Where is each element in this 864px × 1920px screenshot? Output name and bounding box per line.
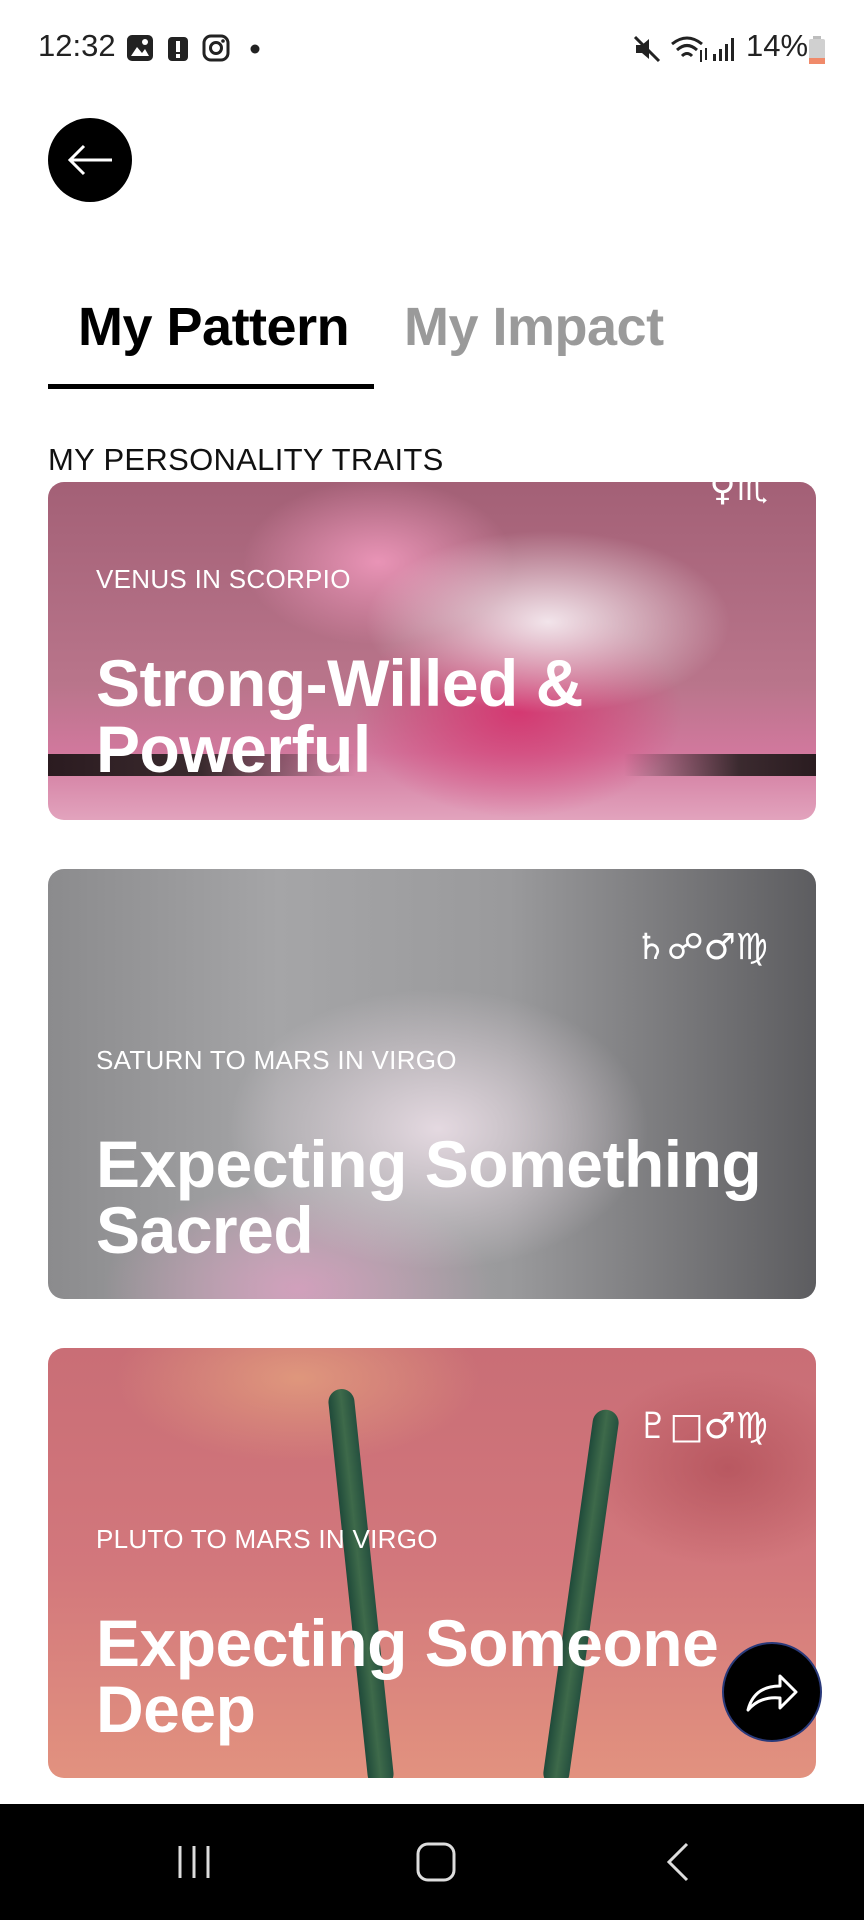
tab-my-impact[interactable]: My Impact xyxy=(404,296,664,358)
gallery-icon xyxy=(127,35,153,61)
card-subtitle: SATURN TO MARS IN VIRGO xyxy=(96,1045,457,1075)
card-title: Expecting Someone Deep xyxy=(96,1606,719,1746)
home-icon xyxy=(416,1842,456,1882)
dot-icon xyxy=(250,44,260,54)
home-button[interactable] xyxy=(396,1832,476,1892)
wifi-icon xyxy=(671,36,707,62)
astro-glyphs: ♇□♂♍ xyxy=(637,1406,768,1447)
astro-glyphs: ♄☍♂♍ xyxy=(634,927,768,968)
card-title: Expecting Something Sacred xyxy=(96,1127,762,1267)
share-icon xyxy=(746,1674,798,1712)
trait-card-venus[interactable]: ♀♏ VENUS IN SCORPIO Strong-Willed & Powe… xyxy=(48,482,816,820)
nav-back-button[interactable] xyxy=(638,1832,718,1892)
arrow-left-icon xyxy=(67,144,112,176)
system-nav-bar xyxy=(0,1804,864,1920)
tab-my-pattern[interactable]: My Pattern xyxy=(78,296,350,358)
instagram-icon xyxy=(202,34,230,62)
status-time: 12:32 xyxy=(38,28,116,63)
alert-icon xyxy=(168,37,188,61)
recent-apps-icon xyxy=(178,1846,210,1878)
battery-icon xyxy=(809,36,825,64)
back-button[interactable] xyxy=(48,118,132,202)
recent-apps-button[interactable] xyxy=(154,1832,234,1892)
chevron-left-icon xyxy=(666,1842,689,1882)
card-title: Strong-Willed & Powerful xyxy=(96,646,583,786)
trait-card-pluto-mars[interactable]: ♇□♂♍ PLUTO TO MARS IN VIRGO Expecting So… xyxy=(48,1348,816,1778)
mute-icon xyxy=(633,35,661,63)
active-tab-indicator xyxy=(48,384,374,389)
astro-glyphs: ♀♏ xyxy=(709,482,768,509)
section-title: MY PERSONALITY TRAITS xyxy=(48,442,444,477)
card-subtitle: VENUS IN SCORPIO xyxy=(96,564,351,594)
card-subtitle: PLUTO TO MARS IN VIRGO xyxy=(96,1524,438,1554)
battery-percent: 14% xyxy=(746,28,809,63)
signal-icon xyxy=(713,38,734,61)
share-button[interactable] xyxy=(722,1642,822,1742)
status-bar: 12:32 14% xyxy=(0,0,864,100)
trait-card-saturn-mars[interactable]: ♄☍♂♍ SATURN TO MARS IN VIRGO Expecting S… xyxy=(48,869,816,1299)
